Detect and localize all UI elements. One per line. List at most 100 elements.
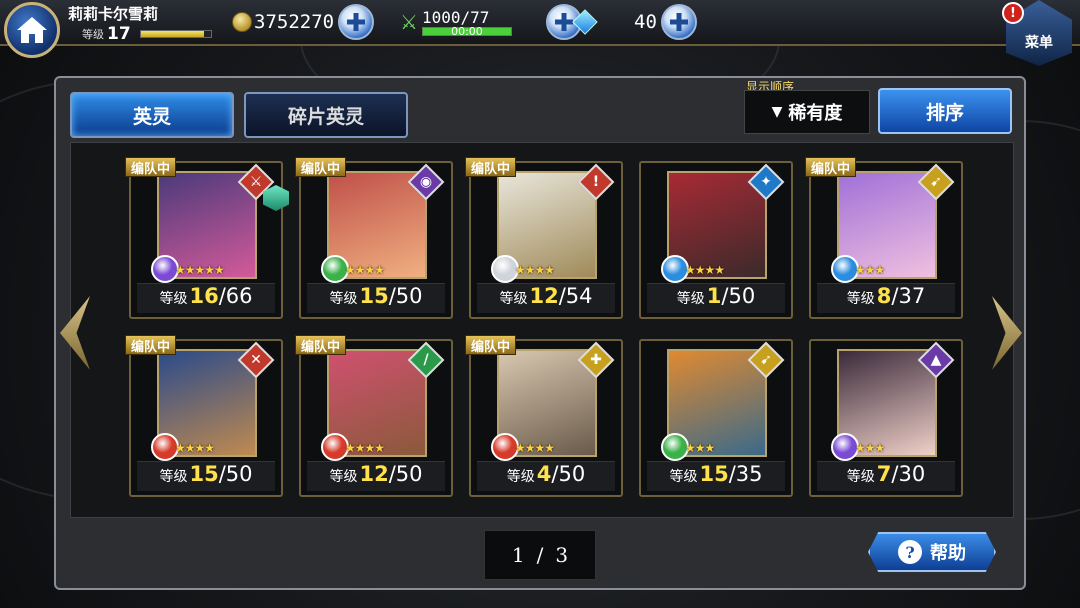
gems-value: 40 <box>634 11 657 33</box>
level-separator: / <box>891 462 899 486</box>
tab-hero-fragments-label: 碎片英灵 <box>287 105 364 128</box>
in-team-badge: 编队中 <box>295 335 347 355</box>
level-current: 15 <box>359 284 389 308</box>
level-max: 54 <box>565 284 593 308</box>
hero-card[interactable]: 编队中 ⚔ ★★★★★ 等级 16/66 <box>125 157 289 319</box>
hero-card[interactable]: ➹ ★★★ 等级 15/35 <box>639 339 793 497</box>
class-glyph: ✕ <box>250 352 262 368</box>
coins-value: 3752270 <box>254 11 335 33</box>
hero-card[interactable]: ✦ ★★★★ 等级 1/50 <box>639 161 793 319</box>
hero-level: 等级 12/50 <box>307 461 445 491</box>
level-separator: / <box>388 284 396 308</box>
page-separator: / <box>536 543 544 567</box>
add-coins-button[interactable] <box>338 4 375 40</box>
alert-icon: ! <box>1002 2 1024 24</box>
hero-card[interactable]: 编队中 ➹ ★★★ 等级 8/37 <box>805 157 963 319</box>
rarity-stars: ★★★ <box>855 263 885 277</box>
class-glyph: ▲ <box>930 352 942 368</box>
hero-level: 等级 4/50 <box>477 461 615 491</box>
level-separator: / <box>728 462 736 486</box>
hero-card[interactable]: 编队中! ★★★★ 等级 12/54 <box>465 157 623 319</box>
rarity-stars: ★★★★ <box>515 441 555 455</box>
level-max: 30 <box>898 462 926 486</box>
in-team-badge: 编队中 <box>465 157 517 177</box>
level-label: 等级 <box>499 291 528 307</box>
coin-icon <box>232 12 252 32</box>
level-current: 15 <box>699 462 729 486</box>
level-label: 等级 <box>159 469 188 485</box>
hero-card[interactable]: ▲ ★★★ 等级 7/30 <box>809 339 963 497</box>
help-button[interactable]: ? 帮助 <box>868 532 996 572</box>
rarity-stars: ★★★★ <box>515 263 555 277</box>
class-glyph: ➹ <box>760 352 772 368</box>
hero-level: 等级 8/37 <box>817 283 955 313</box>
hero-level: 等级 1/50 <box>647 283 785 313</box>
class-glyph: / <box>423 352 429 368</box>
hero-level: 等级 12/54 <box>477 283 615 313</box>
top-bar: 莉莉卡尔雪莉 等级 17 3752270 ⚔ 1000/77 00:00 40 <box>0 0 1080 46</box>
in-team-badge: 编队中 <box>125 157 177 177</box>
rarity-stars: ★★★★★ <box>175 263 225 277</box>
level-max: 37 <box>898 284 926 308</box>
add-gems-button[interactable] <box>660 4 697 40</box>
level-label: 等级 <box>506 469 535 485</box>
gems-display: 40 <box>572 4 697 40</box>
level-separator: / <box>721 284 729 308</box>
class-glyph: ✚ <box>590 352 602 368</box>
hero-list-panel: 英灵 碎片英灵 显示顺序 ▼ 稀有度 排序 编队中 ⚔ ★★★★★ 等级 16/66 编队… <box>54 76 1026 590</box>
class-glyph: ➹ <box>930 174 942 190</box>
sort-order-select[interactable]: ▼ 稀有度 <box>744 90 870 134</box>
stamina-timer: 00:00 <box>451 25 483 38</box>
level-label: 等级 <box>676 291 705 307</box>
level-separator: / <box>891 284 899 308</box>
tab-hero-fragments[interactable]: 碎片英灵 <box>244 92 408 138</box>
level-current: 7 <box>876 462 892 486</box>
tab-heroes[interactable]: 英灵 <box>70 92 234 138</box>
level-max: 50 <box>558 462 586 486</box>
level-current: 15 <box>189 462 219 486</box>
hero-card[interactable]: 编队中 / ★★★★ 等级 12/50 <box>295 335 453 497</box>
sort-button[interactable]: 排序 <box>878 88 1012 134</box>
level-max: 35 <box>735 462 763 486</box>
level-max: 50 <box>225 462 253 486</box>
stamina-bar: 00:00 <box>421 25 512 38</box>
rarity-stars: ★★★★ <box>345 441 385 455</box>
level-max: 66 <box>225 284 253 308</box>
hero-card[interactable]: 编队中 ◉ ★★★★ 等级 15/50 <box>295 157 453 319</box>
hero-grid: 编队中 ⚔ ★★★★★ 等级 16/66 编队中 ◉ ★★★★ 等级 15/50 编队中! ★★★★ 等… <box>70 142 1014 518</box>
rarity-stars: ★★★★ <box>345 263 385 277</box>
level-separator: / <box>218 284 226 308</box>
gem-icon <box>572 9 598 35</box>
in-team-badge: 编队中 <box>805 157 857 177</box>
level-separator: / <box>551 462 559 486</box>
level-label: 等级 <box>669 469 698 485</box>
level-separator: / <box>558 284 566 308</box>
hero-card[interactable]: 编队中 ✚ ★★★★ 等级 4/50 <box>465 335 623 497</box>
page-current: 1 <box>511 543 525 567</box>
menu-label: 菜单 <box>1025 35 1053 51</box>
sort-selected-value: 稀有度 <box>788 103 843 124</box>
level-value: 17 <box>107 24 131 44</box>
stamina-display: ⚔ 1000/77 00:00 <box>400 4 582 40</box>
in-team-badge: 编队中 <box>295 157 347 177</box>
level-separator: / <box>388 462 396 486</box>
level-current: 12 <box>359 462 389 486</box>
player-name: 莉莉卡尔雪莉 <box>68 5 159 23</box>
home-button[interactable] <box>4 2 60 58</box>
hero-level: 等级 7/30 <box>817 461 955 491</box>
level-current: 12 <box>529 284 559 308</box>
level-max: 50 <box>395 462 423 486</box>
home-icon <box>17 17 47 43</box>
in-team-badge: 编队中 <box>125 335 177 355</box>
level-max: 50 <box>395 284 423 308</box>
level-label: 等级 <box>846 469 875 485</box>
chevron-down-icon: ▼ <box>771 104 783 120</box>
level-label: 等级 <box>159 291 188 307</box>
player-level: 等级 17 <box>82 24 212 44</box>
hero-card[interactable]: 编队中 ✕ ★★★★ 等级 15/50 <box>125 335 283 497</box>
swords-icon: ⚔ <box>400 10 418 34</box>
level-label: 等级 <box>329 291 358 307</box>
rarity-stars: ★★★ <box>685 441 715 455</box>
level-max: 50 <box>728 284 756 308</box>
level-current: 16 <box>189 284 219 308</box>
